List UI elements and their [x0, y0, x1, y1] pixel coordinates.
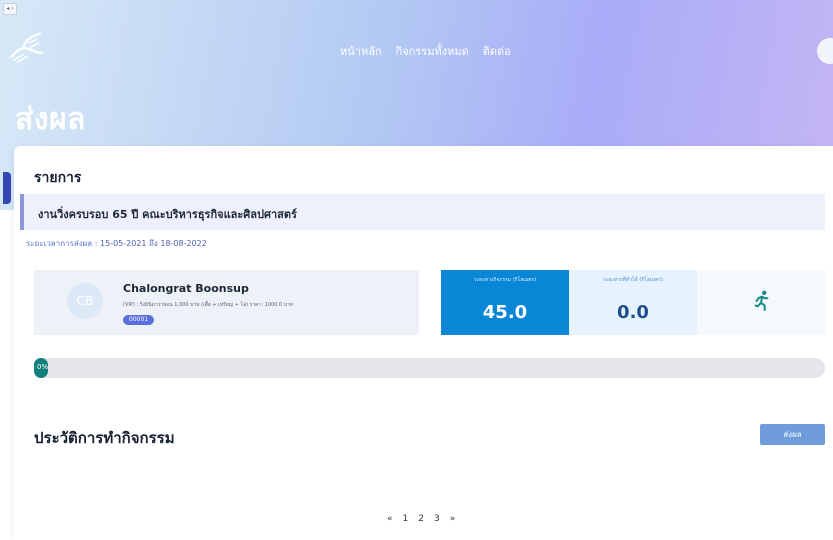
stat-done-value: 0.0: [617, 302, 649, 323]
browser-tab-icon[interactable]: ◂ ›: [3, 3, 17, 15]
submit-result-button[interactable]: ส่งผล: [760, 424, 825, 445]
history-title: ประวัติการทำกิจกรรม: [34, 429, 175, 447]
page-title: ส่งผล: [15, 102, 86, 137]
stat-total-value: 45.0: [482, 302, 528, 323]
stat-done-distance: ระยะทางที่ทำได้ (กิโลเมตร) 0.0: [569, 270, 697, 335]
main-nav: หน้าหลัก กิจกรรมทั้งหมด ติดต่อ: [340, 42, 511, 60]
pagination-next[interactable]: »: [450, 514, 456, 524]
panel-accent: [3, 172, 11, 204]
progress-fill: 0%: [34, 358, 48, 378]
stat-total-label: ระยะทางกิจกรรม (กิโลเมตร): [473, 277, 537, 283]
stat-done-label: ระยะทางที่ทำได้ (กิโลเมตร): [603, 277, 663, 283]
nav-item-home[interactable]: หน้าหลัก: [340, 42, 382, 60]
progress-bar: 0%: [34, 358, 825, 378]
bib-number-badge: 00001: [123, 315, 155, 325]
period-label: ระยะเวลาการส่งผล :: [26, 239, 100, 248]
pagination-page-2[interactable]: 2: [418, 514, 424, 524]
pagination-page-3[interactable]: 3: [434, 514, 440, 524]
submission-period: ระยะเวลาการส่งผล : 15-05-2021 ถึง 18-08-…: [26, 237, 207, 250]
pagination: « 1 2 3 »: [387, 514, 455, 524]
section-label: รายการ: [34, 170, 82, 186]
running-shoe-logo-icon[interactable]: [8, 28, 46, 66]
pagination-prev[interactable]: «: [387, 514, 393, 524]
event-bar: งานวิ่งครบรอบ 65 ปี คณะบริหารธุรกิจและศิ…: [20, 194, 825, 230]
runner-name: Chalongrat Boonsup: [123, 282, 249, 295]
runner-package-detail: (VIP) : วิ่งมินิมาราธอน 1,000 บาท (เสื้อ…: [123, 302, 293, 308]
stat-run-icon-box: [697, 270, 825, 335]
nav-item-contact[interactable]: ติดต่อ: [483, 42, 511, 60]
runner-card: CB Chalongrat Boonsup (VIP) : วิ่งมินิมา…: [34, 270, 419, 335]
runner-avatar: CB: [67, 283, 103, 319]
period-dates: 15-05-2021 ถึง 18-08-2022: [100, 239, 207, 248]
running-person-icon: [754, 290, 769, 311]
nav-item-all-activities[interactable]: กิจกรรมทั้งหมด: [396, 42, 469, 60]
stat-total-distance: ระยะทางกิจกรรม (กิโลเมตร) 45.0: [441, 270, 569, 335]
progress-text: 0%: [37, 363, 49, 371]
pagination-page-1[interactable]: 1: [403, 514, 409, 524]
event-title: งานวิ่งครบรอบ 65 ปี คณะบริหารธุรกิจและศิ…: [38, 208, 297, 221]
